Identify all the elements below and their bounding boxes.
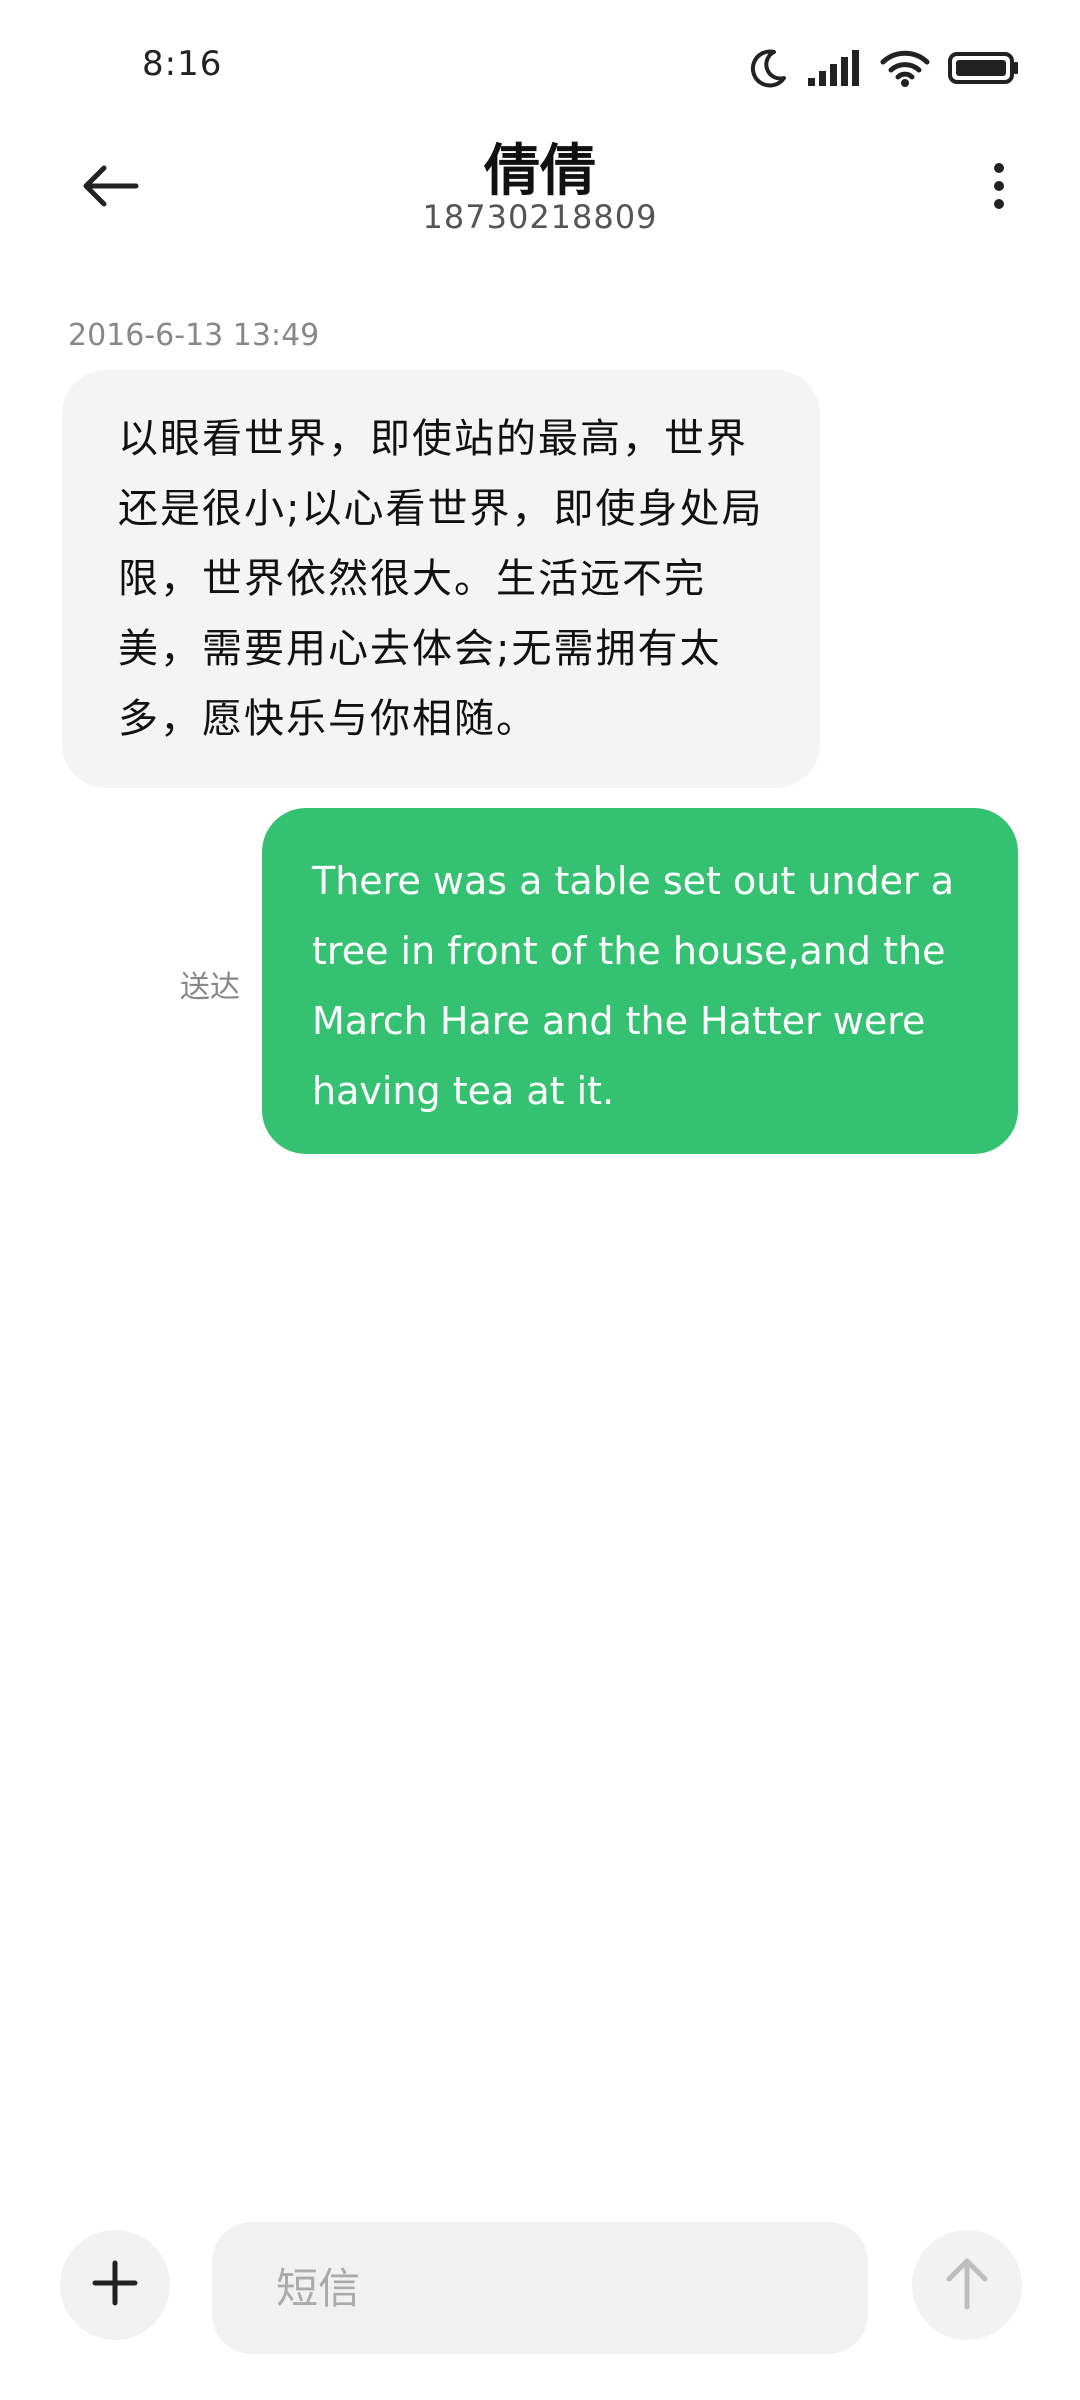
compose-bar	[0, 2210, 1080, 2360]
plus-icon	[91, 2259, 139, 2311]
more-vertical-icon	[991, 162, 1007, 214]
status-icons	[750, 46, 1020, 90]
conversation-header: 倩倩 18730218809	[0, 120, 1080, 250]
wifi-icon	[880, 48, 930, 88]
message-timestamp: 2016-6-13 13:49	[68, 318, 320, 353]
signal-icon	[806, 48, 862, 88]
sent-message-bubble[interactable]: There was a table set out under a tree i…	[262, 808, 1018, 1154]
messaging-screen: 8:16 倩倩 18730218809 2016-6-13 13:49 以眼看世…	[0, 0, 1080, 2400]
send-button[interactable]	[912, 2230, 1022, 2340]
more-options-button[interactable]	[964, 148, 1034, 228]
status-bar: 8:16	[0, 0, 1080, 130]
add-attachment-button[interactable]	[60, 2230, 170, 2340]
arrow-up-icon	[943, 2255, 991, 2315]
status-time: 8:16	[142, 44, 223, 84]
contact-number: 18730218809	[422, 198, 658, 236]
contact-name: 倩倩	[484, 139, 596, 204]
received-message-bubble[interactable]: 以眼看世界，即使站的最高，世界还是很小;以心看世界，即使身处局限，世界依然很大。…	[62, 370, 820, 788]
message-input[interactable]	[212, 2222, 868, 2354]
moon-icon	[750, 48, 788, 88]
battery-icon	[948, 48, 1020, 88]
delivery-status: 送达	[180, 970, 240, 1005]
